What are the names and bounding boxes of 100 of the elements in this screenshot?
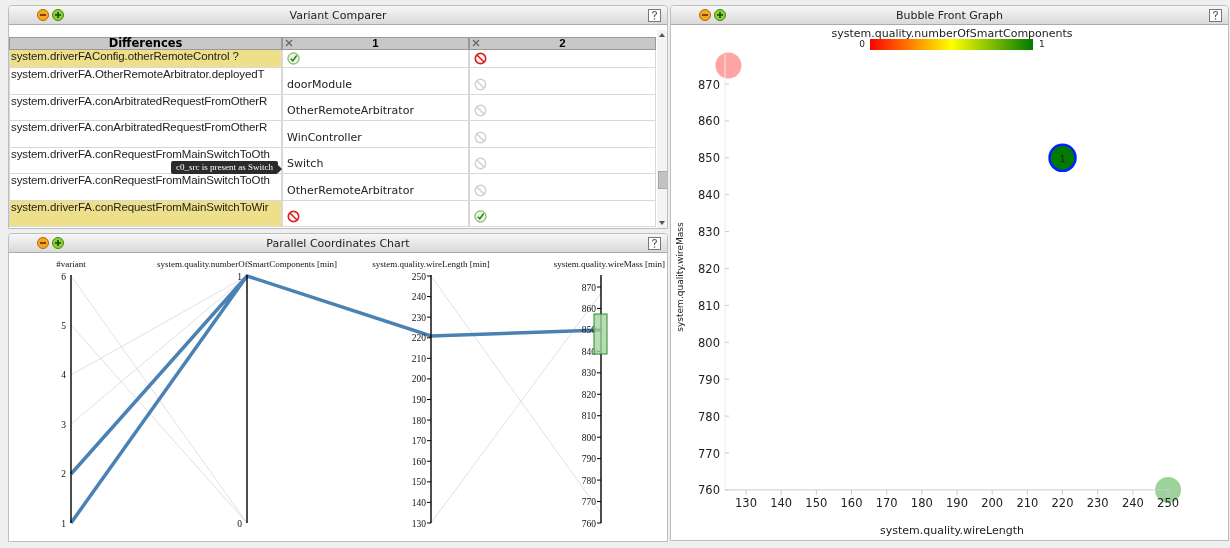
difference-cell: system.driverFA.conRequestFromMainSwitchToOth [9,174,282,201]
forbidden-icon [474,52,487,65]
maximize-icon[interactable] [52,237,64,249]
scrollbar-thumb[interactable] [658,171,667,189]
tick-mark [426,460,432,462]
x-tick-label: 130 [735,496,757,510]
help-icon[interactable] [1209,8,1222,22]
tick-mark [596,286,602,288]
x-tick-label: 230 [1086,496,1109,510]
maximize-icon[interactable] [714,9,726,21]
tick-mark [851,489,852,496]
table-cell: OtherRemoteArbitrator [282,174,469,201]
tick-mark [596,372,602,374]
tick-label: 130 [411,518,426,529]
tick-mark [426,357,432,359]
tick-mark [724,378,730,380]
tick-label: 230 [411,312,426,323]
table-cell: OtherRemoteArbitrator [282,94,469,121]
difference-cell: system.driverFA.conArbitratedRequestFromOtherR [9,94,282,121]
tick-label: 770 [581,497,596,508]
y-axis-title: system.quality.wireMass [675,222,685,332]
tick-mark [426,501,432,503]
tick-mark [596,458,602,460]
y-tick-label: 760 [698,483,720,498]
scroll-up-icon[interactable] [659,33,665,37]
legend-max-label: 1 [1039,39,1045,49]
tick-label: 790 [581,454,596,465]
tick-label: 2 [61,469,66,480]
difference-cell: system.driverFA.conArbitratedRequestFromOtherR [9,121,282,148]
annotation: 1 [1059,153,1066,164]
column-title: 2 [559,38,566,49]
tick-mark [426,440,432,442]
tick-label: 760 [581,518,596,529]
tick-label: 5 [61,320,66,331]
tick-mark [596,522,602,524]
tick-label: 840 [581,346,596,357]
tick-mark [921,489,923,496]
tick-mark [596,307,602,309]
tick-mark [426,316,432,318]
minimize-icon[interactable] [37,9,49,21]
maximize-icon[interactable] [52,9,64,21]
tick-label: 170 [411,436,426,447]
help-icon[interactable] [648,8,661,22]
tick-mark [1097,489,1099,496]
tick-mark [426,419,432,421]
scroll-down-icon[interactable] [659,221,665,225]
tick-label: 4 [61,370,66,381]
tick-mark [724,304,730,306]
tick-mark [1132,489,1134,496]
panel-title: Parallel Coordinates Chart [266,236,410,250]
y-tick-label: 780 [698,409,720,424]
difference-cell: system.driverFA.OtherRemoteArbitrator.deployedT [9,68,282,95]
close-column-icon[interactable] [285,39,293,47]
difference-cell: system.driverFA.conRequestFromMainSwitchToWir [9,200,282,227]
forbidden-icon [474,104,487,117]
tick-mark [886,489,888,496]
x-tick-label: 220 [1051,496,1074,510]
tick-mark [596,479,602,481]
tick-label: 1 [61,518,66,529]
y-tick-label: 830 [698,225,720,240]
bubble-label: 1 [1048,143,1077,173]
tick-label: 190 [411,395,426,405]
y-tick-label: 870 [698,77,720,92]
forbidden-icon [474,183,487,197]
tick-label: 140 [411,497,426,508]
tick-label: 200 [411,374,426,385]
tick-mark [1062,489,1064,496]
y-tick-label: 850 [698,151,720,166]
difference-cell: system.driverFAConfig.otherRemoteControl ? [9,50,282,68]
minimize-icon[interactable] [699,9,711,21]
tick-mark [426,481,432,483]
tick-mark [596,415,602,417]
tick-mark [780,489,782,496]
axis-title: system.quality.wireMass [min] [553,259,665,269]
legend-title: system.quality.numberOfSmartComponents [831,27,1073,40]
tick-mark [724,231,730,233]
checkmark-icon [287,52,300,65]
scrollbar[interactable] [657,30,667,228]
tick-label: 830 [581,368,596,379]
panel-title: Bubble Front Graph [896,8,1003,22]
forbidden-icon [474,130,487,144]
tick-label: 180 [411,415,426,426]
x-tick-label: 200 [981,496,1004,510]
column-title: 1 [372,38,379,49]
tick-mark [724,268,730,269]
x-tick-label: 170 [875,496,898,510]
help-icon[interactable] [648,236,661,250]
column-title: Differences [108,38,183,49]
tick-label: 150 [411,477,426,488]
panel-title: Variant Comparer [289,8,387,22]
y-tick-label: 770 [698,446,720,461]
minimize-icon[interactable] [37,237,49,249]
legend-min-label: 0 [859,39,865,49]
table-cell: doorModule [282,68,469,95]
close-column-icon[interactable] [472,39,480,47]
forbidden-icon [474,77,487,91]
axis-title: #variant [56,259,86,269]
tick-label: 860 [581,303,596,314]
y-tick-label: 840 [698,188,720,203]
tick-mark [426,337,432,339]
